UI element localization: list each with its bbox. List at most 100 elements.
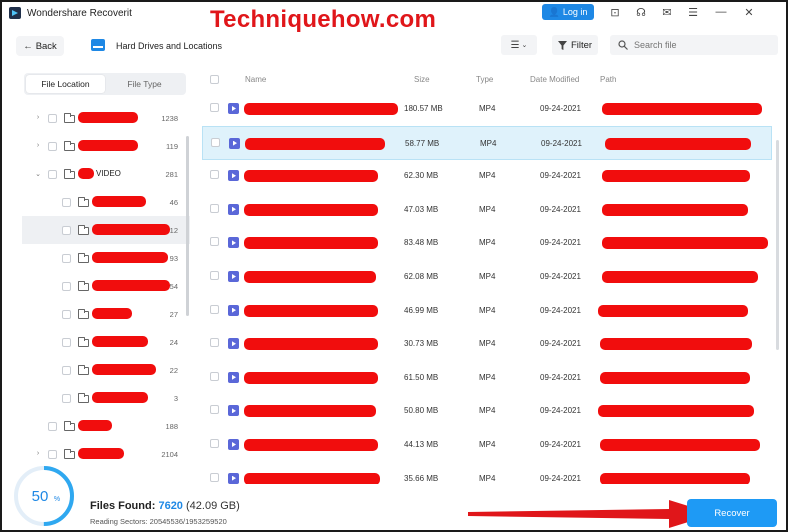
chevron-right-icon[interactable]: ›	[34, 114, 42, 121]
tree-item[interactable]: 24	[22, 328, 190, 356]
column-header-date[interactable]: Date Modified	[530, 75, 579, 84]
view-menu-button[interactable]: ☰ ⌄	[501, 35, 537, 55]
sidebar-scrollbar[interactable]	[186, 136, 189, 316]
tree-item[interactable]: ⌄ VIDEO 281	[22, 160, 190, 188]
tree-item-checkbox[interactable]	[48, 114, 57, 123]
headset-icon[interactable]: ☊	[634, 5, 648, 19]
tree-item[interactable]: 46	[22, 188, 190, 216]
tree-item-checkbox[interactable]	[62, 254, 71, 263]
cell-date: 09-24-2021	[541, 138, 582, 148]
tree-item[interactable]: › 119	[22, 132, 190, 160]
files-found-label: Files Found:	[90, 500, 156, 512]
back-button[interactable]: ← Back	[16, 36, 64, 56]
cell-type: MP4	[479, 204, 496, 214]
mail-icon[interactable]: ✉	[660, 5, 674, 19]
folder-icon	[78, 337, 89, 347]
table-row[interactable]: 83.48 MB MP4 09-24-2021	[202, 226, 772, 260]
column-header-type[interactable]: Type	[476, 75, 493, 84]
chevron-right-icon[interactable]: ›	[34, 142, 42, 149]
table-row[interactable]: 61.50 MB MP4 09-24-2021	[202, 361, 772, 395]
chevron-down-icon[interactable]: ⌄	[34, 170, 42, 178]
row-checkbox[interactable]	[210, 170, 219, 180]
redaction-mark	[92, 336, 148, 347]
tab-file-location[interactable]: File Location	[26, 75, 105, 93]
tree-item-checkbox[interactable]	[62, 198, 71, 207]
chevron-right-icon[interactable]: ›	[34, 450, 42, 457]
tree-item-checkbox[interactable]	[62, 310, 71, 319]
tree-item[interactable]: 22	[22, 356, 190, 384]
tree-item-count: 3	[173, 394, 178, 403]
redaction-mark	[602, 203, 748, 216]
redaction-mark	[78, 140, 138, 151]
tree-item[interactable]: 54	[22, 272, 190, 300]
table-row[interactable]: 44.13 MB MP4 09-24-2021	[202, 428, 772, 462]
table-row[interactable]: 58.77 MB MP4 09-24-2021	[202, 125, 772, 160]
cell-date: 09-24-2021	[540, 305, 581, 315]
column-header-name[interactable]: Name	[245, 75, 266, 84]
search-input[interactable]	[634, 40, 764, 50]
column-header-path[interactable]: Path	[600, 75, 616, 84]
row-checkbox[interactable]	[210, 304, 219, 314]
tree-item-count: 27	[169, 310, 178, 319]
minimize-icon[interactable]: —	[714, 5, 728, 19]
table-row[interactable]: 62.08 MB MP4 09-24-2021	[202, 260, 772, 294]
table-row[interactable]: 35.66 MB MP4 09-24-2021	[202, 462, 772, 484]
tree-item-checkbox[interactable]	[62, 338, 71, 347]
row-checkbox[interactable]	[210, 405, 219, 415]
row-checkbox[interactable]	[210, 203, 219, 213]
row-checkbox[interactable]	[211, 137, 220, 147]
redaction-mark	[244, 203, 378, 216]
table-row[interactable]: 62.30 MB MP4 09-24-2021	[202, 159, 772, 193]
tree-item-checkbox[interactable]	[48, 142, 57, 151]
tree-item[interactable]: 188	[22, 412, 190, 440]
row-checkbox[interactable]	[210, 338, 219, 348]
tree-item[interactable]: 93	[22, 244, 190, 272]
row-checkbox[interactable]	[210, 472, 219, 482]
table-row[interactable]: 30.73 MB MP4 09-24-2021	[202, 327, 772, 361]
filter-button[interactable]: Filter	[552, 35, 598, 55]
table-row[interactable]: 50.80 MB MP4 09-24-2021	[202, 394, 772, 428]
row-checkbox[interactable]	[210, 237, 219, 247]
table-row[interactable]: 180.57 MB MP4 09-24-2021	[202, 92, 772, 126]
cell-type: MP4	[479, 305, 496, 315]
recover-button[interactable]: Recover	[687, 499, 777, 527]
hard-drive-icon	[91, 39, 105, 51]
tree-item-checkbox[interactable]	[48, 450, 57, 459]
table-row[interactable]: 46.99 MB MP4 09-24-2021	[202, 294, 772, 328]
tree-item[interactable]: 12	[22, 216, 190, 244]
tree-item-checkbox[interactable]	[48, 422, 57, 431]
cell-size: 83.48 MB	[404, 238, 439, 248]
row-checkbox[interactable]	[210, 103, 219, 112]
row-checkbox[interactable]	[210, 439, 219, 448]
column-header-size[interactable]: Size	[414, 75, 430, 84]
login-button[interactable]: 👤 Log in	[542, 4, 594, 20]
search-box[interactable]	[610, 35, 778, 55]
tree-item-checkbox[interactable]	[62, 282, 71, 291]
cell-type: MP4	[479, 104, 496, 113]
tree-item-checkbox[interactable]	[48, 170, 57, 179]
tab-file-type[interactable]: File Type	[105, 75, 184, 93]
table-scrollbar[interactable]	[776, 140, 779, 350]
select-all-checkbox[interactable]	[210, 75, 219, 84]
redaction-mark	[244, 338, 378, 351]
table-row[interactable]: 47.03 MB MP4 09-24-2021	[202, 193, 772, 227]
app-title: Wondershare Recoverit	[27, 7, 132, 19]
tree-item[interactable]: 27	[22, 300, 190, 328]
tree-item[interactable]: › 1238	[22, 104, 190, 132]
bag-icon[interactable]: ⊡	[608, 5, 622, 19]
row-checkbox[interactable]	[210, 371, 219, 381]
tree-item[interactable]: 3	[22, 384, 190, 412]
redaction-mark	[244, 472, 380, 484]
row-checkbox[interactable]	[210, 271, 219, 280]
left-panel: File Location File Type › 1238 › 119 ⌄ VIDEO 2…	[22, 70, 192, 478]
tree-item-checkbox[interactable]	[62, 226, 71, 235]
tree-item-checkbox[interactable]	[62, 366, 71, 375]
tree-item-label: VIDEO	[96, 169, 121, 178]
cell-date: 09-24-2021	[540, 104, 581, 113]
menu-icon[interactable]: ☰	[686, 5, 700, 19]
cell-size: 30.73 MB	[404, 339, 439, 349]
close-icon[interactable]: ✕	[742, 5, 756, 19]
redaction-mark	[600, 472, 750, 484]
folder-icon	[78, 197, 89, 207]
tree-item-checkbox[interactable]	[62, 394, 71, 403]
